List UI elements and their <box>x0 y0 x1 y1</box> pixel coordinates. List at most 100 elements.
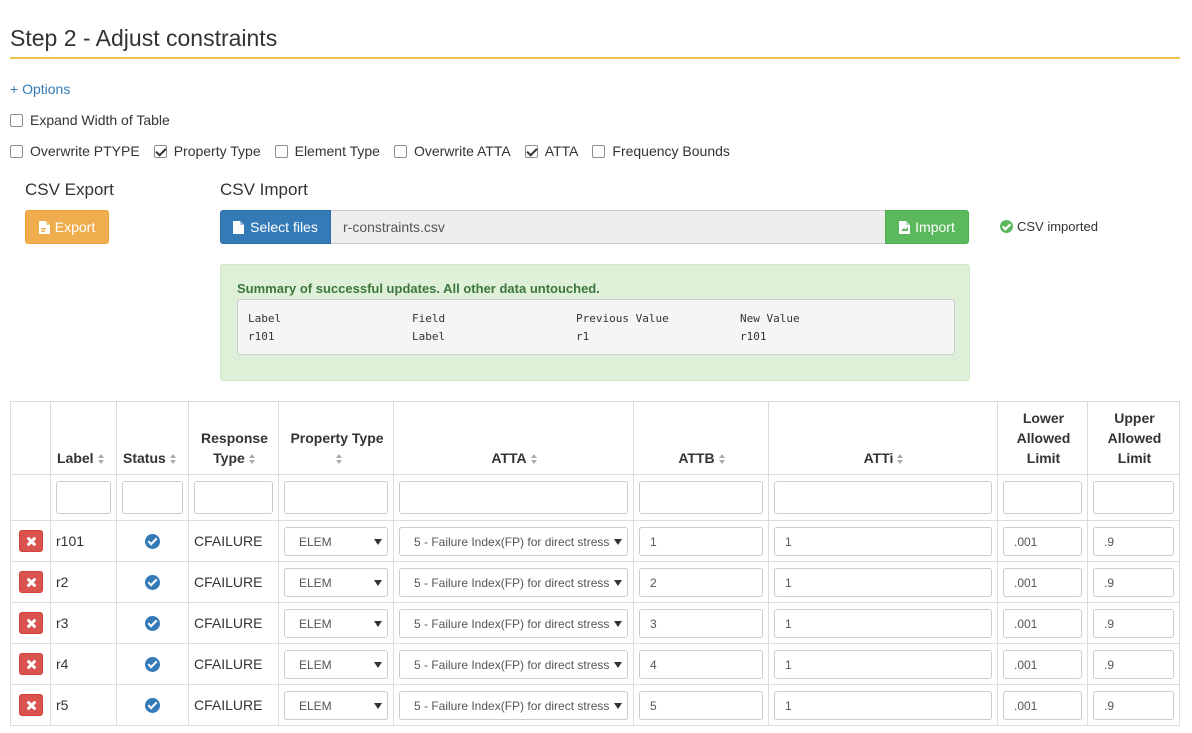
checkbox-box[interactable] <box>592 144 606 158</box>
atta-value: 5 - Failure Index(FP) for direct stress <box>414 698 609 713</box>
row-label: r5 <box>50 684 117 726</box>
export-button[interactable]: Export <box>25 210 109 244</box>
atta-select[interactable]: 5 - Failure Index(FP) for direct stress <box>399 649 628 679</box>
lower-limit-input[interactable]: .001 <box>1003 649 1082 679</box>
lower-limit-input[interactable]: .001 <box>1003 567 1082 597</box>
upper-limit-input[interactable]: .9 <box>1093 649 1174 679</box>
attb-input[interactable]: 5 <box>639 690 763 720</box>
upper-limit-input[interactable]: .9 <box>1093 567 1174 597</box>
header-atti[interactable]: ATTi <box>768 401 998 475</box>
atti-input[interactable]: 1 <box>774 690 992 720</box>
atta-value: 5 - Failure Index(FP) for direct stress <box>414 575 609 590</box>
summary-col-previous: Previous Value <box>576 312 669 325</box>
import-button[interactable]: Import <box>885 210 969 244</box>
property-type-select[interactable]: ELEM <box>284 690 388 720</box>
property-type-value: ELEM <box>299 534 332 549</box>
filter-cell <box>116 474 189 521</box>
checkbox-element-type[interactable]: Element Type <box>274 143 380 159</box>
atti-input[interactable]: 1 <box>774 608 992 638</box>
atta-select[interactable]: 5 - Failure Index(FP) for direct stress <box>399 690 628 720</box>
upper-limit-filter-input[interactable] <box>1093 481 1174 514</box>
checkbox-box[interactable] <box>153 144 167 158</box>
close-icon[interactable] <box>19 612 43 634</box>
atta-select[interactable]: 5 - Failure Index(FP) for direct stress <box>399 526 628 556</box>
checkbox-box[interactable] <box>274 144 288 158</box>
sort-icon <box>530 454 538 465</box>
row-upper-cell: .9 <box>1087 643 1180 685</box>
checkbox-atta[interactable]: ATTA <box>524 143 578 159</box>
checkbox-box[interactable] <box>524 144 538 158</box>
label-filter-input[interactable] <box>56 481 111 514</box>
header-atta[interactable]: ATTA <box>393 401 634 475</box>
checkbox-label: Overwrite ATTA <box>413 143 511 159</box>
check-badge-icon <box>145 656 160 672</box>
chevron-down-icon <box>374 579 382 586</box>
upper-limit-input[interactable]: .9 <box>1093 690 1174 720</box>
atti-input[interactable]: 1 <box>774 526 992 556</box>
header-response-type[interactable]: Response Type <box>188 401 279 475</box>
constraints-table: Label Status Response Type Property Type… <box>10 401 1180 726</box>
atta-select[interactable]: 5 - Failure Index(FP) for direct stress <box>399 608 628 638</box>
options-link[interactable]: + Options <box>10 81 70 97</box>
close-icon[interactable] <box>19 694 43 716</box>
atti-input[interactable]: 1 <box>774 567 992 597</box>
header-upper-limit[interactable]: Upper Allowed Limit <box>1087 401 1180 475</box>
filter-cell <box>10 474 51 521</box>
page-title: Step 2 - Adjust constraints <box>10 25 278 52</box>
close-icon[interactable] <box>19 653 43 675</box>
checkbox-box[interactable] <box>10 144 23 158</box>
row-actions-cell <box>10 602 51 644</box>
file-export-icon <box>38 220 50 234</box>
lower-limit-input[interactable]: .001 <box>1003 608 1082 638</box>
close-icon[interactable] <box>19 571 43 593</box>
checkbox-overwrite-atta[interactable]: Overwrite ATTA <box>393 143 511 159</box>
upper-limit-input[interactable]: .9 <box>1093 608 1174 638</box>
selected-file-name: r-constraints.csv <box>331 210 885 244</box>
chevron-down-icon <box>374 620 382 627</box>
attb-input[interactable]: 1 <box>639 526 763 556</box>
row-label: r3 <box>50 602 117 644</box>
atti-filter-input[interactable] <box>774 481 992 514</box>
attb-input[interactable]: 2 <box>639 567 763 597</box>
select-files-label: Select files <box>250 219 318 235</box>
header-status[interactable]: Status <box>116 401 189 475</box>
status-filter-input[interactable] <box>122 481 183 514</box>
file-icon <box>233 220 245 234</box>
sort-icon <box>169 454 177 465</box>
checkbox-box[interactable] <box>10 113 23 127</box>
header-lower-limit[interactable]: Lower Allowed Limit <box>997 401 1088 475</box>
lower-limit-input[interactable]: .001 <box>1003 690 1082 720</box>
attb-input[interactable]: 4 <box>639 649 763 679</box>
attb-filter-input[interactable] <box>639 481 763 514</box>
header-property-type[interactable]: Property Type <box>278 401 394 475</box>
row-lower-cell: .001 <box>997 520 1088 562</box>
header-label[interactable]: Label <box>50 401 117 475</box>
attb-input[interactable]: 3 <box>639 608 763 638</box>
property-type-select[interactable]: ELEM <box>284 649 388 679</box>
atta-filter-input[interactable] <box>399 481 628 514</box>
row-attb-cell: 1 <box>633 520 769 562</box>
property-type-select[interactable]: ELEM <box>284 526 388 556</box>
atti-input[interactable]: 1 <box>774 649 992 679</box>
checkbox-property-type[interactable]: Property Type <box>153 143 261 159</box>
checkbox-frequency-bounds[interactable]: Frequency Bounds <box>592 143 730 159</box>
property-type-filter-input[interactable] <box>284 481 388 514</box>
checkbox-overwrite-ptype[interactable]: Overwrite PTYPE <box>10 143 140 159</box>
summary-cell: r1 <box>576 330 590 343</box>
select-files-button[interactable]: Select files <box>220 210 331 244</box>
table-row: r5 CFAILURE ELEM 5 - Failure Index(FP) for … <box>10 684 1180 726</box>
property-type-select[interactable]: ELEM <box>284 567 388 597</box>
response-type-filter-input[interactable] <box>194 481 273 514</box>
property-type-select[interactable]: ELEM <box>284 608 388 638</box>
checkbox-box[interactable] <box>393 144 407 158</box>
summary-col-new: New Value <box>740 312 800 325</box>
checkbox-expand-width-of-table[interactable]: Expand Width of Table <box>10 112 170 128</box>
header-attb[interactable]: ATTB <box>633 401 769 475</box>
close-icon[interactable] <box>19 530 43 552</box>
lower-limit-input[interactable]: .001 <box>1003 526 1082 556</box>
atta-select[interactable]: 5 - Failure Index(FP) for direct stress <box>399 567 628 597</box>
chevron-down-icon <box>614 661 622 668</box>
upper-limit-input[interactable]: .9 <box>1093 526 1174 556</box>
sort-icon <box>97 454 105 465</box>
lower-limit-filter-input[interactable] <box>1003 481 1082 514</box>
